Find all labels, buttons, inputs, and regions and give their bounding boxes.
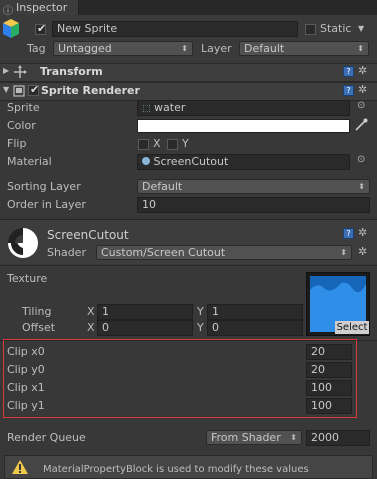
warning-box: MaterialPropertyBlock is used to modify …	[4, 455, 373, 479]
warning-text: MaterialPropertyBlock is used to modify …	[43, 464, 309, 475]
gameobject-name-field[interactable]: New Sprite	[52, 21, 298, 37]
transform-icon	[14, 65, 27, 78]
help-icon[interactable]: ?	[343, 66, 354, 77]
sprite-label: Sprite	[7, 101, 40, 114]
divider	[0, 265, 377, 266]
clip-x0-field[interactable]: 20	[306, 344, 352, 360]
sorting-layer-label: Sorting Layer	[7, 180, 81, 193]
sorting-layer-dropdown[interactable]: Default ⬍	[137, 179, 370, 194]
texture-slot[interactable]: Select	[306, 272, 370, 336]
transform-title: Transform	[40, 65, 103, 78]
texture-label: Texture	[7, 272, 48, 285]
layer-dropdown[interactable]: Default ⬍	[239, 41, 369, 56]
offset-x-label: X	[87, 321, 95, 334]
object-picker-icon[interactable]: ⊙	[357, 100, 365, 111]
tag-dropdown[interactable]: Untagged ⬍	[53, 41, 193, 56]
color-swatch[interactable]	[137, 119, 350, 133]
flip-y-checkbox[interactable]	[167, 139, 178, 150]
edit-shader-icon[interactable]: ✲	[358, 245, 367, 258]
order-in-layer-field[interactable]: 10	[137, 197, 370, 213]
render-queue-field[interactable]: 2000	[306, 430, 370, 446]
clip-y1-label: Clip y1	[7, 399, 45, 412]
clip-x0-label: Clip x0	[7, 345, 45, 358]
shader-dropdown[interactable]: Custom/Screen Cutout ⬍	[96, 245, 352, 260]
gear-icon[interactable]: ✲	[358, 64, 367, 77]
render-queue-mode-value: From Shader	[211, 431, 281, 444]
dropdown-arrow-icon: ⬍	[290, 433, 297, 442]
sprite-renderer-title: Sprite Renderer	[41, 84, 140, 97]
sprite-renderer-icon	[13, 85, 25, 97]
help-icon[interactable]: ?	[343, 85, 354, 96]
material-name: ScreenCutout	[47, 228, 129, 242]
clip-y0-label: Clip y0	[7, 363, 45, 376]
clip-y1-field[interactable]: 100	[306, 398, 352, 414]
gameobject-cube-icon	[3, 19, 19, 38]
material-sphere-icon	[142, 157, 150, 165]
tiling-y-field[interactable]: 1	[207, 304, 303, 320]
material-label: Material	[7, 155, 52, 168]
help-icon[interactable]: ?	[343, 228, 354, 239]
select-texture-button[interactable]: Select	[335, 321, 369, 334]
eyedropper-icon[interactable]	[354, 118, 368, 132]
flip-y-label: Y	[182, 137, 189, 150]
clip-y0-field[interactable]: 20	[306, 362, 352, 378]
flip-label: Flip	[7, 137, 27, 150]
render-queue-label: Render Queue	[7, 431, 86, 444]
offset-x-field[interactable]: 0	[97, 320, 193, 336]
sorting-layer-value: Default	[142, 180, 183, 193]
sprite-value: water	[154, 101, 186, 114]
collapse-arrow-icon[interactable]: ▼	[3, 85, 9, 94]
tab-inspector[interactable]: ⓘ Inspector	[0, 0, 79, 17]
flip-x-label: X	[153, 137, 161, 150]
layer-label: Layer	[201, 42, 232, 55]
dropdown-arrow-icon: ⬍	[181, 44, 188, 53]
dropdown-arrow-icon: ⬍	[357, 44, 364, 53]
material-field[interactable]: ScreenCutout	[137, 154, 350, 170]
tag-value: Untagged	[58, 42, 112, 55]
clip-x1-field[interactable]: 100	[306, 380, 352, 396]
flip-x-checkbox[interactable]	[138, 139, 149, 150]
clip-properties-highlight	[3, 339, 357, 418]
offset-y-field[interactable]: 0	[207, 320, 303, 336]
shader-value: Custom/Screen Cutout	[101, 246, 226, 259]
clip-x1-label: Clip x1	[7, 381, 45, 394]
material-value: ScreenCutout	[153, 155, 229, 168]
static-checkbox[interactable]	[305, 24, 316, 35]
tiling-label: Tiling	[22, 305, 52, 318]
tag-label: Tag	[27, 42, 46, 55]
gear-icon[interactable]: ✲	[358, 83, 367, 96]
object-picker-icon[interactable]: ⊙	[357, 154, 365, 165]
dropdown-arrow-icon: ⬍	[340, 248, 347, 257]
sprite-field[interactable]: ⬚ water	[137, 100, 350, 116]
tiling-x-field[interactable]: 1	[97, 304, 193, 320]
material-preview-icon	[6, 226, 38, 258]
dropdown-arrow-icon: ⬍	[358, 182, 365, 191]
tiling-y-label: Y	[197, 305, 204, 318]
sprite-renderer-enabled-checkbox[interactable]: ✔	[28, 83, 39, 96]
static-label: Static	[320, 22, 352, 35]
gameobject-active-checkbox[interactable]: ✔	[35, 22, 46, 35]
render-queue-mode-dropdown[interactable]: From Shader ⬍	[206, 430, 302, 445]
order-in-layer-label: Order in Layer	[7, 198, 86, 211]
sprite-asset-icon: ⬚	[142, 104, 151, 114]
shader-label: Shader	[47, 246, 86, 259]
layer-value: Default	[244, 42, 285, 55]
offset-label: Offset	[22, 321, 56, 334]
tiling-x-label: X	[87, 305, 95, 318]
expand-arrow-icon[interactable]: ▶	[3, 66, 9, 75]
warning-icon	[12, 460, 28, 474]
offset-y-label: Y	[197, 321, 204, 334]
gear-icon[interactable]: ✲	[358, 226, 367, 239]
static-dropdown-icon[interactable]: ▼	[358, 24, 364, 33]
color-label: Color	[7, 119, 36, 132]
